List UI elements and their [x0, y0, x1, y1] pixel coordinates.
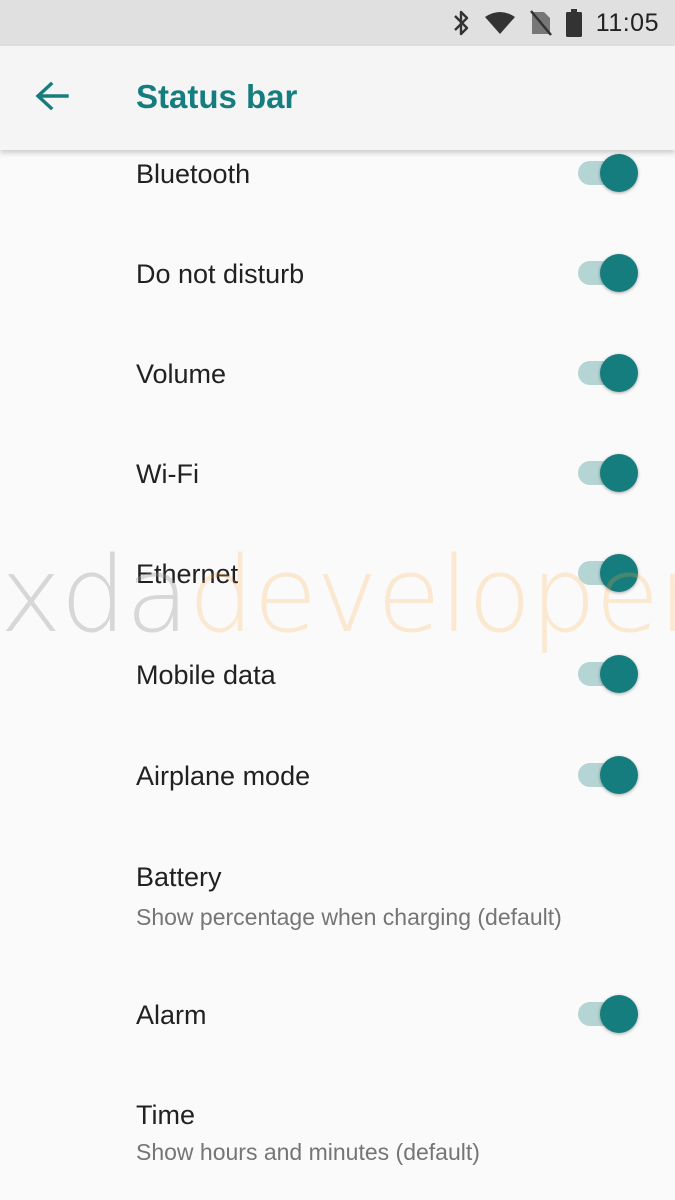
mobile-data-toggle[interactable]	[578, 653, 640, 695]
wifi-icon	[484, 11, 516, 35]
wifi-toggle[interactable]	[578, 452, 640, 494]
setting-title: Airplane mode	[136, 761, 311, 791]
setting-do-not-disturb[interactable]: Do not disturb	[0, 220, 675, 320]
setting-title: Time	[136, 1100, 195, 1130]
battery-icon	[565, 9, 582, 37]
system-status-bar: 11:05	[0, 0, 675, 46]
bluetooth-toggle[interactable]	[578, 152, 640, 194]
setting-title: Ethernet	[136, 559, 239, 589]
setting-subtitle: Show hours and minutes (default)	[136, 1139, 480, 1165]
setting-title: Alarm	[136, 1000, 207, 1030]
setting-title: Battery	[136, 862, 222, 892]
setting-title: Wi-Fi	[136, 459, 199, 489]
setting-time[interactable]: Time Show hours and minutes (default)	[0, 1060, 675, 1200]
setting-volume[interactable]: Volume	[0, 320, 675, 420]
setting-subtitle: Show percentage when charging (default)	[136, 904, 562, 930]
do-not-disturb-toggle[interactable]	[578, 252, 640, 294]
setting-title: Bluetooth	[136, 159, 251, 189]
setting-airplane-mode[interactable]: Airplane mode	[0, 720, 675, 820]
no-sim-icon	[529, 10, 552, 36]
arrow-back-icon	[35, 81, 69, 116]
back-button[interactable]	[22, 68, 82, 128]
alarm-toggle[interactable]	[578, 993, 640, 1035]
volume-toggle[interactable]	[578, 352, 640, 394]
setting-ethernet[interactable]: Ethernet	[0, 520, 675, 620]
setting-battery[interactable]: Battery Show percentage when charging (d…	[0, 820, 675, 960]
setting-alarm[interactable]: Alarm	[0, 960, 675, 1060]
setting-bluetooth[interactable]: Bluetooth	[0, 150, 675, 220]
settings-list[interactable]: Bluetooth Do not disturb Volume Wi-Fi Et…	[0, 150, 675, 1200]
setting-mobile-data[interactable]: Mobile data	[0, 620, 675, 720]
airplane-mode-toggle[interactable]	[578, 754, 640, 796]
setting-title: Volume	[136, 359, 227, 389]
ethernet-toggle[interactable]	[578, 552, 640, 594]
bluetooth-icon	[452, 9, 470, 37]
setting-title: Mobile data	[136, 660, 276, 690]
page-title: Status bar	[136, 78, 298, 115]
setting-wifi[interactable]: Wi-Fi	[0, 420, 675, 520]
app-bar: Status bar	[0, 46, 675, 150]
setting-title: Do not disturb	[136, 259, 305, 289]
status-bar-time: 11:05	[595, 8, 659, 37]
